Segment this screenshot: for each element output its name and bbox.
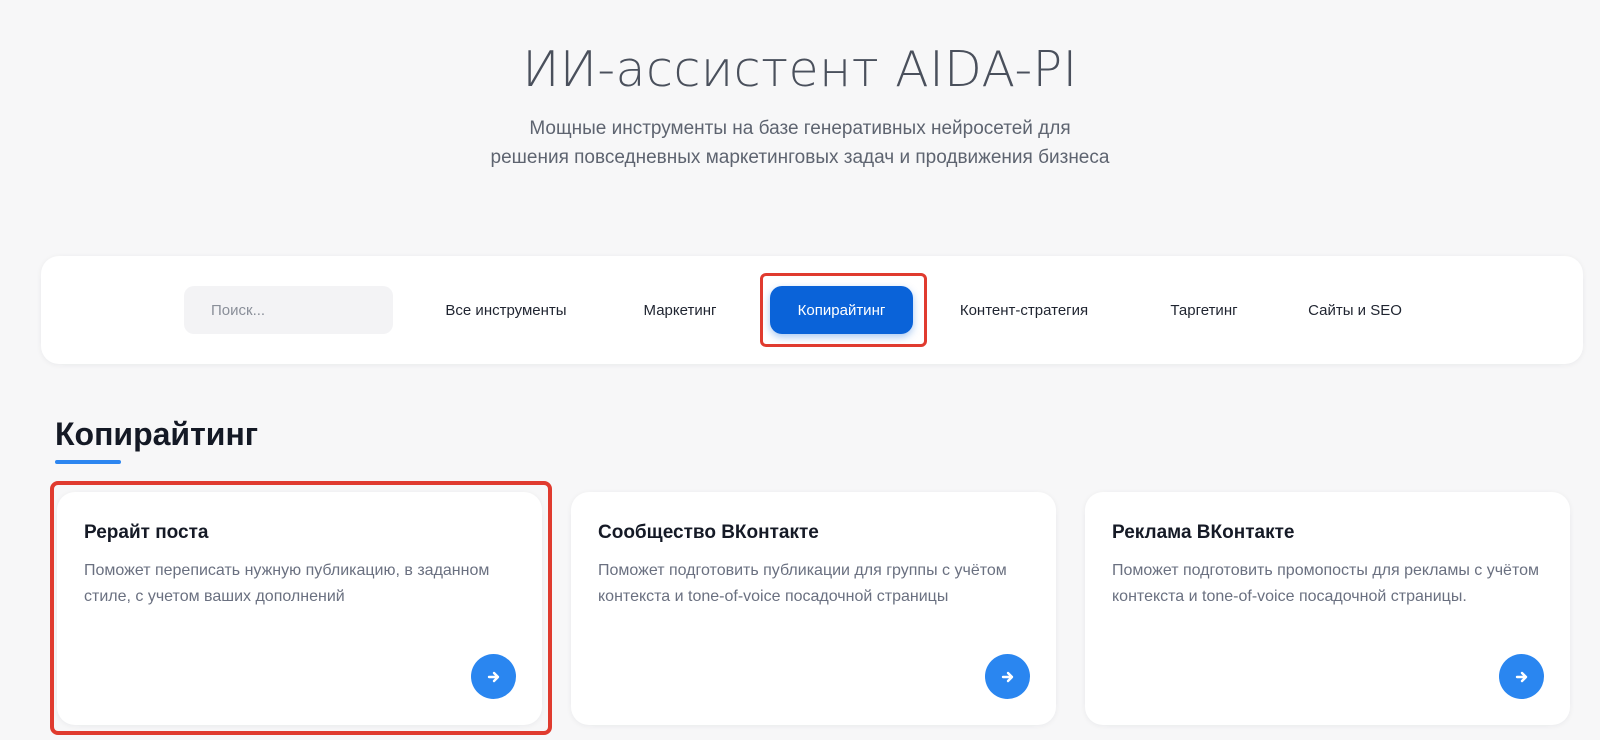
tab-targeting[interactable]: Таргетинг <box>1156 286 1252 334</box>
tab-content-strategy[interactable]: Контент-стратегия <box>949 286 1099 334</box>
tool-card-post-rewrite[interactable]: Рерайт поста Поможет переписать нужную п… <box>57 492 542 725</box>
tab-all-tools[interactable]: Все инструменты <box>427 286 585 334</box>
card-description: Поможет переписать нужную публикацию, в … <box>84 562 490 605</box>
card-title: Рерайт поста <box>84 522 209 543</box>
page-subtitle: Мощные инструменты на базе генеративных … <box>0 114 1600 172</box>
tab-copywriting[interactable]: Копирайтинг <box>770 286 913 334</box>
tab-marketing[interactable]: Маркетинг <box>625 286 735 334</box>
card-title: Реклама ВКонтакте <box>1112 522 1295 543</box>
section-title-underline <box>55 460 121 464</box>
arrow-right-icon <box>1515 671 1527 682</box>
tab-sites-seo[interactable]: Сайты и SEO <box>1297 286 1413 334</box>
page: ИИ-ассистент AIDA-PI Мощные инструменты … <box>0 0 1600 740</box>
page-title: ИИ-ассистент AIDA-PI <box>522 41 1078 98</box>
search-input[interactable] <box>184 286 393 334</box>
open-tool-button[interactable] <box>1499 654 1544 699</box>
filter-bar: Все инструменты Маркетинг Копирайтинг Ко… <box>41 256 1583 364</box>
open-tool-button[interactable] <box>985 654 1030 699</box>
subtitle-line-1: Мощные инструменты на базе генеративных … <box>529 118 1071 139</box>
section-title: Копирайтинг <box>55 416 259 452</box>
card-title: Сообщество ВКонтакте <box>598 522 819 543</box>
open-tool-button[interactable] <box>471 654 516 699</box>
tool-card-vk-ads[interactable]: Реклама ВКонтакте Поможет подготовить пр… <box>1085 492 1570 725</box>
arrow-right-icon <box>487 671 499 682</box>
arrow-right-icon <box>1001 671 1013 682</box>
tool-card-vk-community[interactable]: Сообщество ВКонтакте Поможет подготовить… <box>571 492 1056 725</box>
card-description: Поможет подготовить промопосты для рекла… <box>1112 562 1539 605</box>
hero: ИИ-ассистент AIDA-PI Мощные инструменты … <box>0 40 1600 172</box>
card-description: Поможет подготовить публикации для групп… <box>598 562 1007 605</box>
subtitle-line-2: решения повседневных маркетинговых задач… <box>490 147 1110 168</box>
